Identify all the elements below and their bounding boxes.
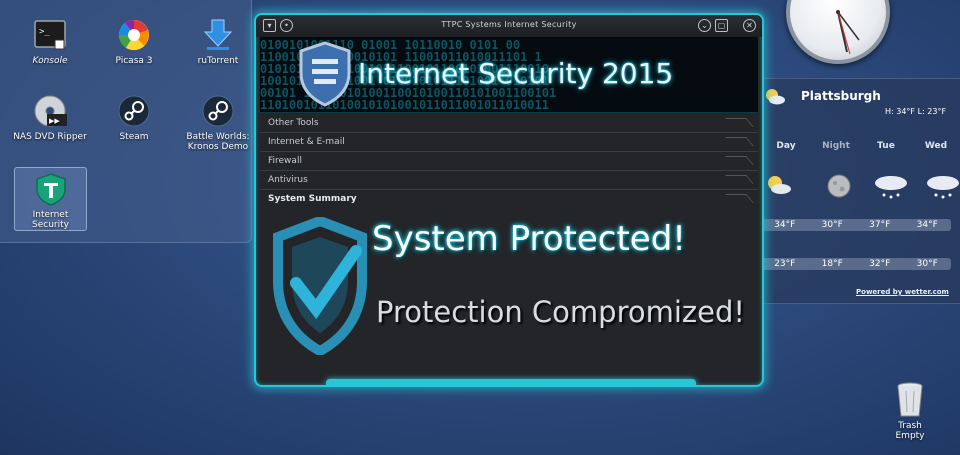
clock-hands: [836, 10, 860, 55]
snow-cloud-icon: [917, 171, 960, 201]
desktop-icon-label: Picasa 3: [115, 56, 153, 66]
desktop-icon-nas-dvd-ripper[interactable]: ▶▶ NAS DVD Ripper: [12, 94, 88, 142]
app-menu: Other Tools Internet & E-mail Firewall A…: [260, 114, 758, 209]
trash-icon: [895, 382, 925, 418]
shield-check-icon: [273, 217, 367, 355]
weather-widget: Plattsburgh H: 34°F L: 23°F Day Night Tu…: [760, 78, 960, 304]
window-bottom-accent: [326, 379, 696, 385]
partly-sunny-icon: [766, 89, 785, 105]
system-summary-panel: System Protected! Protection Compromized…: [260, 205, 758, 385]
weather-powered-link[interactable]: Powered by wetter.com: [856, 288, 949, 296]
desktop-icon-steam[interactable]: Steam: [96, 94, 172, 142]
svg-text:>_: >_: [39, 27, 50, 37]
desktop-icon-rutorrent[interactable]: ruTorrent: [180, 18, 256, 66]
download-arrow-icon: [201, 18, 235, 52]
maximize-icon[interactable]: ▢: [715, 19, 728, 32]
status-compromised: Protection Compromized!: [376, 295, 746, 329]
menu-item-antivirus[interactable]: Antivirus: [260, 171, 758, 190]
weather-icons: [761, 171, 960, 201]
weather-low-row: 23°F 18°F 32°F 30°F: [761, 258, 951, 270]
weather-low: 30°F: [916, 259, 938, 269]
desktop-icon-label: Steam: [119, 132, 149, 142]
weather-high: 34°F: [916, 220, 938, 230]
partly-sunny-icon: [761, 171, 813, 201]
dvd-disc-icon: ▶▶: [33, 94, 67, 128]
weather-hilo: H: 34°F L: 23°F: [885, 107, 947, 116]
window-title: TTPC Systems Internet Security: [441, 20, 577, 29]
weather-day: Tue: [877, 141, 895, 151]
svg-text:▶▶: ▶▶: [49, 117, 60, 125]
weather-city: Plattsburgh: [801, 89, 881, 103]
desktop-icon-picasa[interactable]: Picasa 3: [96, 18, 172, 66]
weather-high: 37°F: [869, 220, 891, 230]
internet-security-window: ▾ • TTPC Systems Internet Security ⌄ ▢ ✕…: [254, 13, 764, 387]
menu-item-internet-email[interactable]: Internet & E-mail: [260, 133, 758, 152]
desktop-icon-konsole[interactable]: >_ Konsole: [12, 18, 88, 66]
weather-day: Day: [776, 141, 796, 151]
minimize-icon[interactable]: ⌄: [698, 19, 711, 32]
desktop-folder-panel: >_ Konsole Picasa 3 ruTorrent ▶▶ NAS DVD…: [0, 0, 252, 243]
weather-low: 32°F: [869, 259, 891, 269]
snow-cloud-icon: [865, 171, 917, 201]
menu-item-other-tools[interactable]: Other Tools: [260, 114, 758, 133]
weather-high: 34°F: [774, 220, 796, 230]
status-protected: System Protected!: [372, 219, 686, 259]
window-titlebar[interactable]: ▾ • TTPC Systems Internet Security ⌄ ▢ ✕: [256, 15, 762, 37]
banner-title: Internet Security 2015: [358, 57, 674, 90]
weather-low: 18°F: [821, 259, 843, 269]
shield-logo-icon: [299, 41, 351, 107]
clock-widget[interactable]: [786, 0, 890, 64]
weather-high: 30°F: [821, 220, 843, 230]
desktop-icon-battle-worlds[interactable]: Battle Worlds: Kronos Demo: [176, 94, 260, 152]
desktop-icon-internet-security[interactable]: Internet Security: [14, 167, 87, 231]
desktop-icon-label: Internet Security: [32, 210, 69, 230]
picasa-icon: [117, 18, 151, 52]
desktop-icon-trash[interactable]: Trash Empty: [884, 382, 936, 441]
desktop-icon-label: Battle Worlds: Kronos Demo: [186, 132, 250, 152]
weather-high-row: 34°F 30°F 37°F 34°F: [761, 219, 951, 231]
desktop-icon-label: Trash Empty: [895, 421, 925, 441]
shield-t-icon: [34, 172, 68, 206]
desktop-icon-label: ruTorrent: [197, 56, 239, 66]
weather-low: 23°F: [774, 259, 796, 269]
app-banner: 0100101001110 01001 10110010 0101 00 110…: [260, 37, 758, 113]
steam-icon: [117, 94, 151, 128]
weather-day: Night: [822, 141, 850, 151]
weather-day: Wed: [924, 141, 948, 151]
weather-days: Day Night Tue Wed: [761, 141, 960, 151]
menu-item-firewall[interactable]: Firewall: [260, 152, 758, 171]
desktop-icon-label: NAS DVD Ripper: [13, 132, 87, 142]
steam-icon: [201, 94, 235, 128]
terminal-icon: >_: [33, 18, 67, 52]
desktop-icon-label: Konsole: [32, 56, 68, 66]
moon-icon: [813, 171, 865, 201]
close-icon[interactable]: ✕: [743, 19, 756, 32]
